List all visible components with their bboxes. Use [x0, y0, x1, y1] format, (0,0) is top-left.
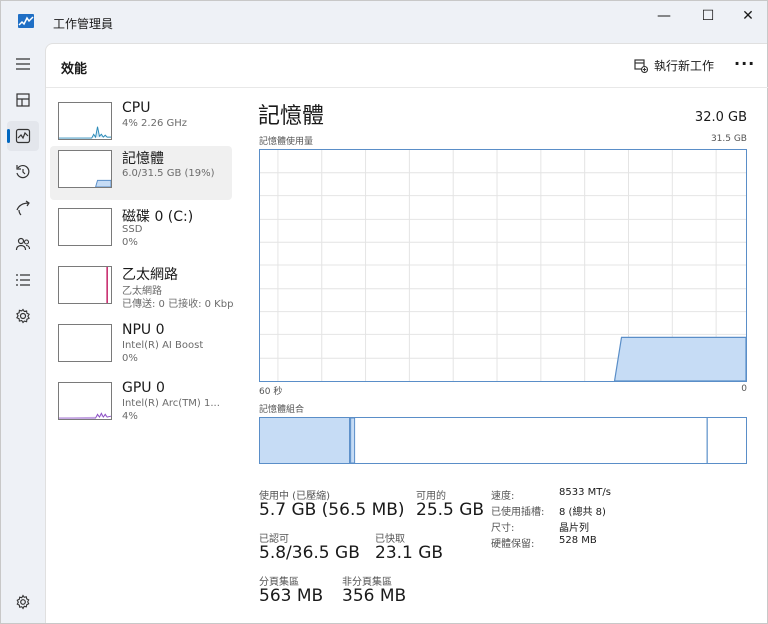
- startup-apps-icon: [16, 200, 30, 216]
- disk-thumbnail-graph: [58, 208, 112, 246]
- graph-label: 記憶體使用量: [259, 137, 314, 147]
- maximize-icon: ☐: [701, 8, 715, 24]
- nav-app-history-button[interactable]: [7, 157, 39, 187]
- resource-name: 磁碟 0 (C:): [122, 209, 194, 225]
- memory-usage-area: [613, 336, 746, 381]
- navigation-rail: [1, 43, 45, 623]
- nav-menu-button[interactable]: [7, 49, 39, 79]
- spec-value: 8 (總共 8): [559, 507, 606, 518]
- composition-label: 記憶體組合: [259, 405, 305, 415]
- nav-performance-button[interactable]: [7, 121, 39, 151]
- memory-usage-graph: [259, 149, 747, 382]
- performance-icon: [15, 128, 31, 144]
- graph-time-right: 0: [741, 384, 747, 394]
- main-panel: 效能 執行新工作 ··· CPU 4% 2.26 GHz 記憶體 6.0/31.…: [45, 43, 768, 623]
- spec-value: 528 MB: [559, 535, 597, 546]
- resource-detail: Intel(R) Arc(TM) 1...: [122, 398, 220, 409]
- close-icon: ✕: [742, 8, 754, 24]
- available-value: 25.5 GB: [416, 500, 485, 520]
- window-title: 工作管理員: [53, 17, 114, 31]
- users-icon: [15, 237, 31, 251]
- spec-key: 已使用插槽:: [491, 507, 545, 518]
- resource-name: 記憶體: [122, 151, 164, 167]
- close-button[interactable]: ✕: [725, 1, 768, 31]
- resource-usage: 4%: [122, 411, 138, 422]
- cached-value: 23.1 GB: [375, 543, 444, 563]
- processes-icon: [16, 93, 30, 107]
- run-task-icon: [634, 58, 648, 73]
- spec-key: 硬體保留:: [491, 539, 535, 550]
- task-manager-app-icon: [18, 14, 34, 28]
- committed-value: 5.8/36.5 GB: [259, 543, 360, 563]
- app-history-icon: [16, 164, 30, 179]
- memory-thumbnail-graph: [58, 150, 112, 188]
- cpu-thumbnail-graph: [58, 102, 112, 140]
- resource-detail: 6.0/31.5 GB (19%): [122, 168, 215, 179]
- resource-item-cpu[interactable]: CPU 4% 2.26 GHz: [50, 98, 232, 152]
- page-title: 效能: [61, 62, 88, 77]
- nav-details-button[interactable]: [7, 265, 39, 295]
- run-new-task-label: 執行新工作: [654, 59, 715, 73]
- graph-max-label: 31.5 GB: [710, 134, 747, 144]
- resource-detail: SSD: [122, 224, 143, 235]
- gpu-thumbnail-graph: [58, 382, 112, 420]
- paged-pool-value: 563 MB: [259, 586, 324, 606]
- hamburger-icon: [16, 58, 30, 70]
- resource-name: 乙太網路: [122, 267, 178, 283]
- resource-item-memory[interactable]: 記憶體 6.0/31.5 GB (19%): [50, 146, 232, 200]
- nav-users-button[interactable]: [7, 229, 39, 259]
- task-manager-window: 工作管理員 — ☐ ✕ 效能 執行新工作 ··· CPU 4% 2.26 GHz…: [0, 0, 768, 624]
- spec-value: 晶片列: [559, 523, 589, 534]
- more-options-button[interactable]: ···: [734, 54, 755, 73]
- resource-throughput: 已傳送: 0 已接收: 0 Kbps: [122, 299, 234, 310]
- nav-services-button[interactable]: [7, 301, 39, 331]
- in-use-value: 5.7 GB (56.5 MB): [259, 500, 405, 520]
- composition-in-use: [260, 418, 350, 463]
- settings-gear-icon: [16, 594, 30, 610]
- npu-thumbnail-graph: [58, 324, 112, 362]
- resource-item-ethernet[interactable]: 乙太網路 乙太網路 已傳送: 0 已接收: 0 Kbps: [50, 262, 234, 316]
- nav-settings-button[interactable]: [7, 587, 39, 617]
- resource-item-npu[interactable]: NPU 0 Intel(R) AI Boost 0%: [50, 320, 232, 374]
- resource-name: CPU: [122, 100, 151, 116]
- services-icon: [16, 308, 30, 324]
- resource-name: GPU 0: [122, 380, 165, 396]
- details-icon: [16, 274, 30, 286]
- resource-detail: Intel(R) AI Boost: [122, 340, 204, 351]
- total-memory: 32.0 GB: [694, 110, 747, 125]
- resource-usage: 0%: [122, 353, 138, 364]
- memory-composition-bar: [259, 417, 747, 464]
- page-header: 效能 執行新工作 ···: [46, 44, 768, 88]
- title-bar[interactable]: 工作管理員 — ☐ ✕: [1, 1, 767, 43]
- detail-title: 記憶體: [258, 104, 325, 129]
- minimize-button[interactable]: —: [641, 1, 687, 31]
- run-new-task-button[interactable]: 執行新工作: [634, 57, 714, 74]
- resource-item-gpu[interactable]: GPU 0 Intel(R) Arc(TM) 1... 4%: [50, 378, 232, 432]
- minimize-icon: —: [657, 8, 671, 24]
- nonpaged-pool-value: 356 MB: [342, 586, 407, 606]
- resource-name: NPU 0: [122, 322, 165, 338]
- ethernet-thumbnail-graph: [58, 266, 112, 304]
- nav-startup-apps-button[interactable]: [7, 193, 39, 223]
- resource-detail: 4% 2.26 GHz: [122, 118, 188, 129]
- composition-modified: [350, 418, 356, 463]
- resource-usage: 0%: [122, 237, 138, 248]
- spec-key: 尺寸:: [491, 523, 515, 534]
- nav-processes-button[interactable]: [7, 85, 39, 115]
- resource-item-disk[interactable]: 磁碟 0 (C:) SSD 0%: [50, 204, 232, 258]
- graph-time-left: 60 秒: [259, 387, 283, 397]
- spec-key: 速度:: [491, 491, 515, 502]
- spec-value: 8533 MT/s: [559, 487, 611, 498]
